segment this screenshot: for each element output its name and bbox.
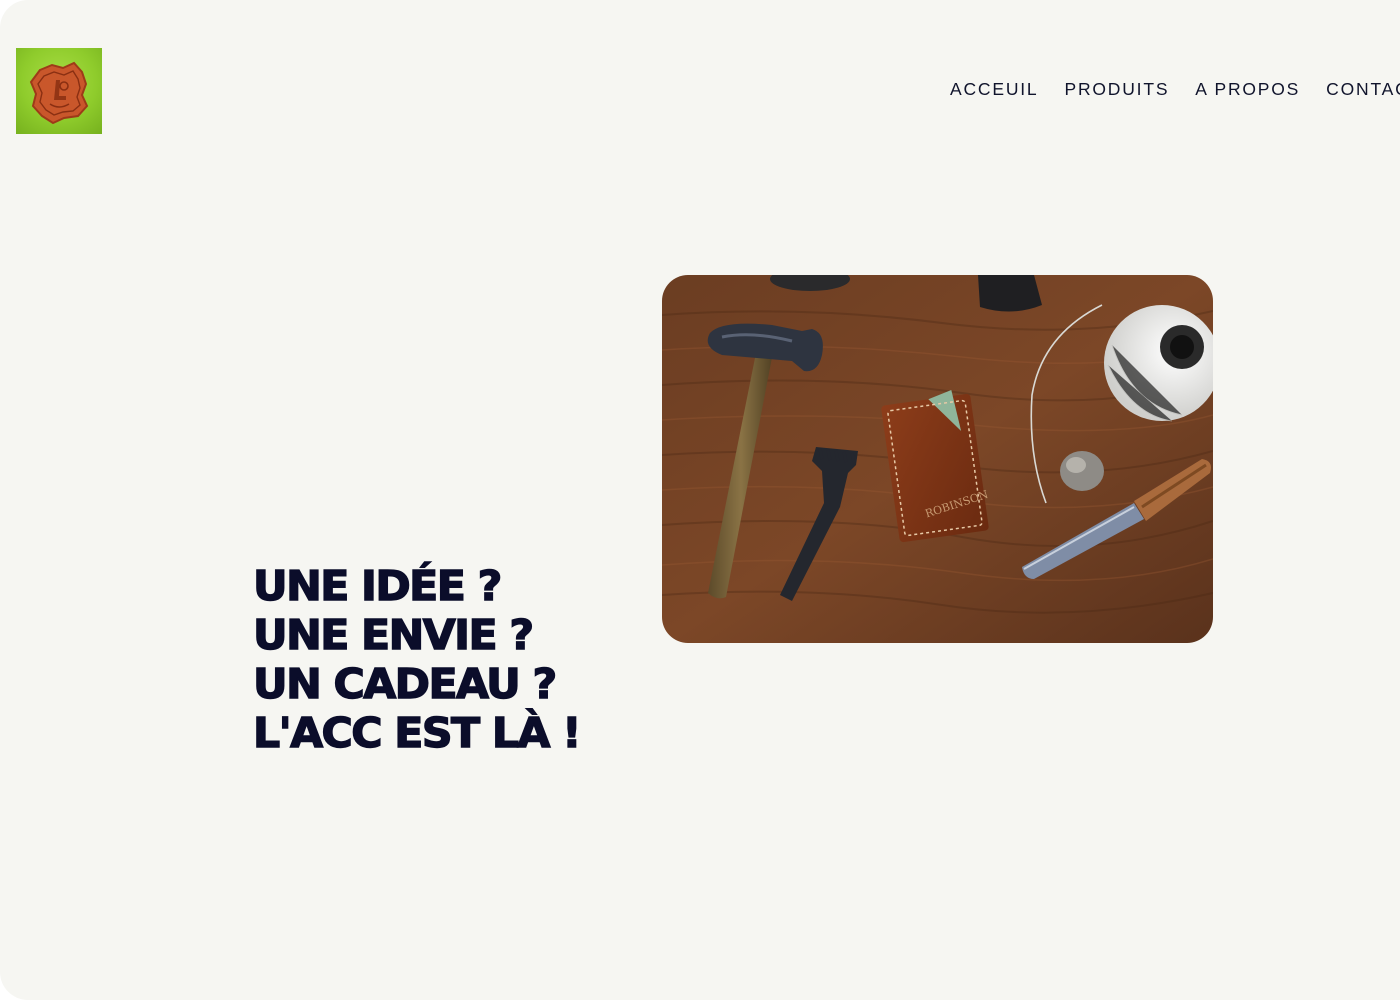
nav-link-a-propos[interactable]: A PROPOS [1195,78,1300,100]
nav-link-contact[interactable]: CONTACT [1326,78,1400,100]
leather-stamp-logo-icon [29,61,89,125]
hero-headline: UNE IDÉE ? UNE ENVIE ? UN CADEAU ? L'ACC… [252,561,690,758]
headline-line-4: L'ACC EST LÀ ! [252,708,582,757]
logo-link[interactable] [16,48,102,134]
headline-line-2: UNE ENVIE ? [252,610,535,659]
page: ACCEUIL PRODUITS A PROPOS CONTACT [0,0,1400,1000]
headline-line-3: UN CADEAU ? [252,659,558,708]
nav-link-produits[interactable]: PRODUITS [1064,78,1169,100]
leather-tools-photo: ROBINSON [662,275,1213,643]
hero-photo: ROBINSON [662,275,1213,643]
nav-link-acceuil[interactable]: ACCEUIL [950,78,1038,100]
main-nav: ACCEUIL PRODUITS A PROPOS CONTACT [950,78,1400,104]
headline-line-1: UNE IDÉE ? [252,561,503,610]
